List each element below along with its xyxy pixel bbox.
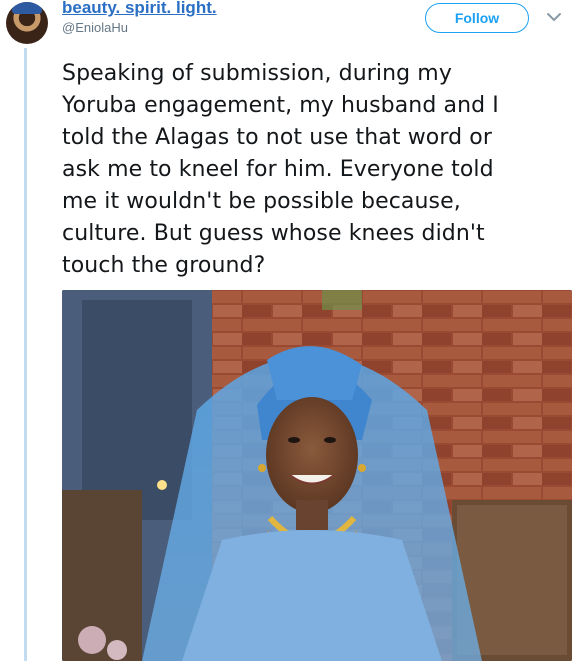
tweet-text: Speaking of submission, during my Yoruba… [62,61,499,278]
follow-button[interactable]: Follow [425,3,529,33]
thread-connector-line [24,48,27,661]
avatar-headwrap [12,2,42,14]
photo-illustration [62,290,572,661]
tweet-photo[interactable] [62,290,572,661]
display-name-link[interactable]: beauty. spirit. light. [62,0,217,18]
chevron-down-icon[interactable] [545,10,563,24]
user-handle[interactable]: @EniolaHu [62,20,128,35]
avatar[interactable] [6,2,48,44]
